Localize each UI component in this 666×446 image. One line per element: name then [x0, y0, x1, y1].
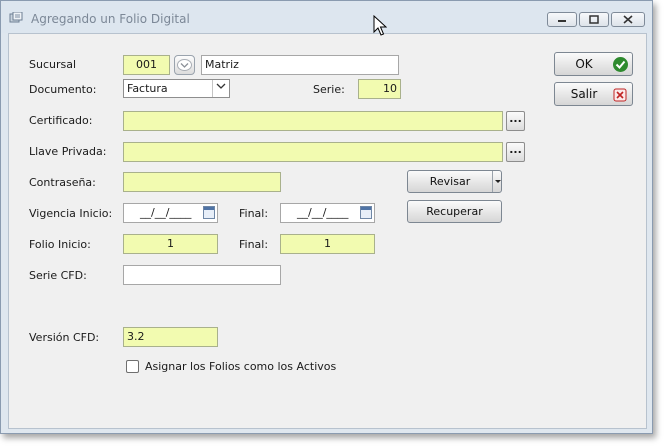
title-bar[interactable]: Agregando un Folio Digital — [1, 1, 652, 33]
certificado-field[interactable] — [123, 111, 503, 131]
vigencia-inicio-value: __/__/____ — [140, 206, 192, 219]
revisar-label: Revisar — [429, 175, 471, 188]
calendar-icon[interactable] — [203, 206, 215, 219]
documento-label: Documento: — [29, 83, 97, 96]
recuperar-button[interactable]: Recuperar — [407, 200, 502, 223]
documento-value: Factura — [127, 82, 168, 95]
salir-button[interactable]: Salir — [554, 82, 633, 106]
minimize-icon — [558, 20, 566, 22]
dialog-window: Agregando un Folio Digital Sucursal 001 … — [0, 0, 653, 434]
cancel-x-icon — [613, 88, 627, 102]
contrasena-field[interactable] — [123, 172, 281, 192]
salir-label: Salir — [570, 87, 598, 101]
asignar-activos-label[interactable]: Asignar los Folios como los Activos — [145, 360, 336, 373]
version-cfd-label: Versión CFD: — [29, 331, 100, 344]
version-cfd-field[interactable]: 3.2 — [123, 327, 218, 347]
calendar-icon[interactable] — [360, 206, 372, 219]
folio-final-field[interactable]: 1 — [280, 234, 375, 254]
sucursal-lookup-button[interactable] — [174, 55, 195, 75]
minimize-button[interactable] — [547, 12, 577, 27]
serie-cfd-label: Serie CFD: — [29, 269, 87, 282]
documento-select[interactable]: Factura — [123, 79, 230, 98]
vigencia-inicio-label: Vigencia Inicio: — [29, 207, 113, 220]
app-icon — [9, 12, 23, 23]
revisar-dropdown[interactable] — [492, 171, 503, 192]
maximize-button[interactable] — [579, 12, 609, 27]
mouse-cursor — [373, 15, 387, 36]
contrasena-label: Contraseña: — [29, 176, 96, 189]
sucursal-label: Sucursal — [29, 58, 77, 71]
window-title: Agregando un Folio Digital — [31, 12, 190, 26]
close-icon — [623, 15, 633, 24]
chevron-down-icon — [212, 80, 229, 97]
chevron-down-icon — [177, 59, 192, 71]
folio-inicio-field[interactable]: 1 — [123, 234, 218, 254]
check-circle-icon — [613, 57, 628, 72]
vigencia-final-label: Final: — [239, 207, 269, 220]
asignar-activos-checkbox[interactable] — [126, 360, 139, 373]
llave-browse-button[interactable]: ... — [506, 142, 525, 162]
serie-field[interactable]: 10 — [358, 79, 401, 99]
certificado-browse-button[interactable]: ... — [506, 111, 525, 131]
llave-privada-label: Llave Privada: — [29, 145, 107, 158]
vigencia-final-date[interactable]: __/__/____ — [280, 203, 375, 223]
serie-label: Serie: — [313, 83, 345, 96]
ok-label: OK — [575, 57, 593, 71]
vigencia-final-value: __/__/____ — [297, 206, 349, 219]
certificado-label: Certificado: — [29, 114, 93, 127]
vigencia-inicio-date[interactable]: __/__/____ — [123, 203, 218, 223]
folio-final-label: Final: — [239, 238, 269, 251]
dialog-body: Sucursal 001 Matriz Documento: Factura S… — [8, 33, 647, 429]
sucursal-code-field[interactable]: 001 — [123, 55, 170, 75]
maximize-icon — [589, 15, 599, 24]
ok-button[interactable]: OK — [554, 52, 633, 76]
sucursal-name-field[interactable]: Matriz — [201, 55, 399, 75]
revisar-button[interactable]: Revisar — [407, 170, 502, 193]
close-button[interactable] — [611, 12, 645, 27]
chevron-down-icon — [495, 180, 501, 183]
llave-privada-field[interactable] — [123, 142, 503, 162]
folio-inicio-label: Folio Inicio: — [29, 238, 91, 251]
serie-cfd-field[interactable] — [123, 265, 281, 285]
